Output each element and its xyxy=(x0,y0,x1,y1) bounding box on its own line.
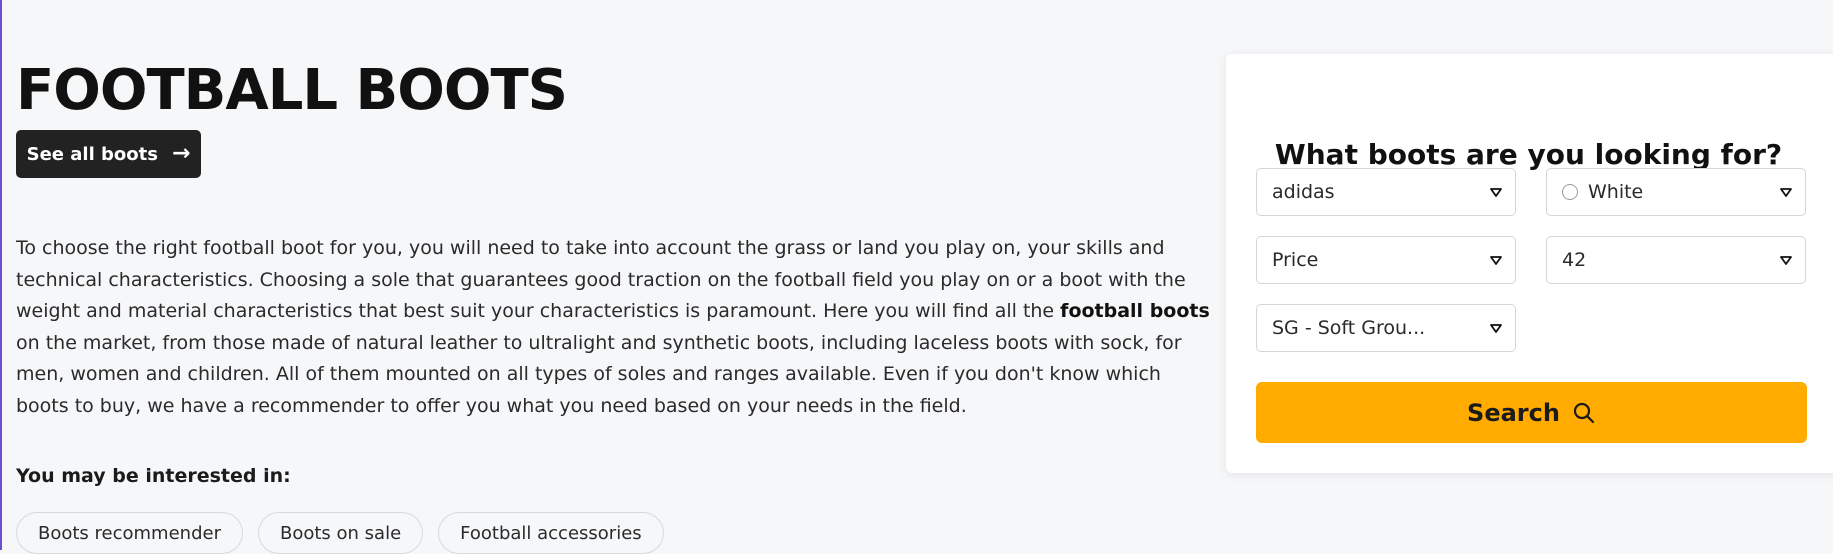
search-button[interactable]: Search xyxy=(1256,382,1807,443)
interested-heading: You may be interested in: xyxy=(16,465,291,487)
chevron-down-icon xyxy=(1490,188,1502,197)
color-swatch-icon xyxy=(1562,184,1578,200)
arrow-right-icon: → xyxy=(171,141,191,166)
chip-boots-recommender[interactable]: Boots recommender xyxy=(16,512,243,554)
price-select[interactable]: Price xyxy=(1256,236,1516,284)
sole-select-value: SG - Soft Grou... xyxy=(1272,317,1426,339)
page-title: FOOTBALL BOOTS xyxy=(16,58,568,123)
description-text-start: To choose the right football boot for yo… xyxy=(16,237,1186,322)
sole-select[interactable]: SG - Soft Grou... xyxy=(1256,304,1516,352)
color-select-value: White xyxy=(1588,181,1644,203)
page-edge-accent xyxy=(0,0,2,550)
description-text-end: on the market, from those made of natura… xyxy=(16,331,1182,417)
finder-heading: What boots are you looking for? xyxy=(1274,138,1783,171)
chevron-down-icon xyxy=(1490,324,1502,333)
chip-boots-on-sale[interactable]: Boots on sale xyxy=(257,512,424,554)
brand-select[interactable]: adidas xyxy=(1256,168,1516,216)
chevron-down-icon xyxy=(1780,256,1792,265)
football-boots-highlight: football boots xyxy=(1060,300,1210,322)
size-select-value: 42 xyxy=(1562,249,1587,271)
boot-finder-panel: What boots are you looking for? adidas W… xyxy=(1226,54,1833,473)
chevron-down-icon xyxy=(1490,256,1502,265)
price-select-value: Price xyxy=(1272,249,1319,271)
size-select[interactable]: 42 xyxy=(1546,236,1806,284)
chip-football-accessories[interactable]: Football accessories xyxy=(438,512,664,554)
category-description: To choose the right football boot for yo… xyxy=(16,233,1216,422)
related-links: Boots recommender Boots on sale Football… xyxy=(16,512,664,554)
brand-select-value: adidas xyxy=(1272,181,1335,203)
color-select[interactable]: White xyxy=(1546,168,1806,216)
search-button-label: Search xyxy=(1467,398,1560,427)
chevron-down-icon xyxy=(1780,188,1792,197)
see-all-label: See all boots xyxy=(26,143,158,165)
see-all-boots-button[interactable]: See all boots → xyxy=(16,130,201,178)
search-icon xyxy=(1573,402,1595,423)
